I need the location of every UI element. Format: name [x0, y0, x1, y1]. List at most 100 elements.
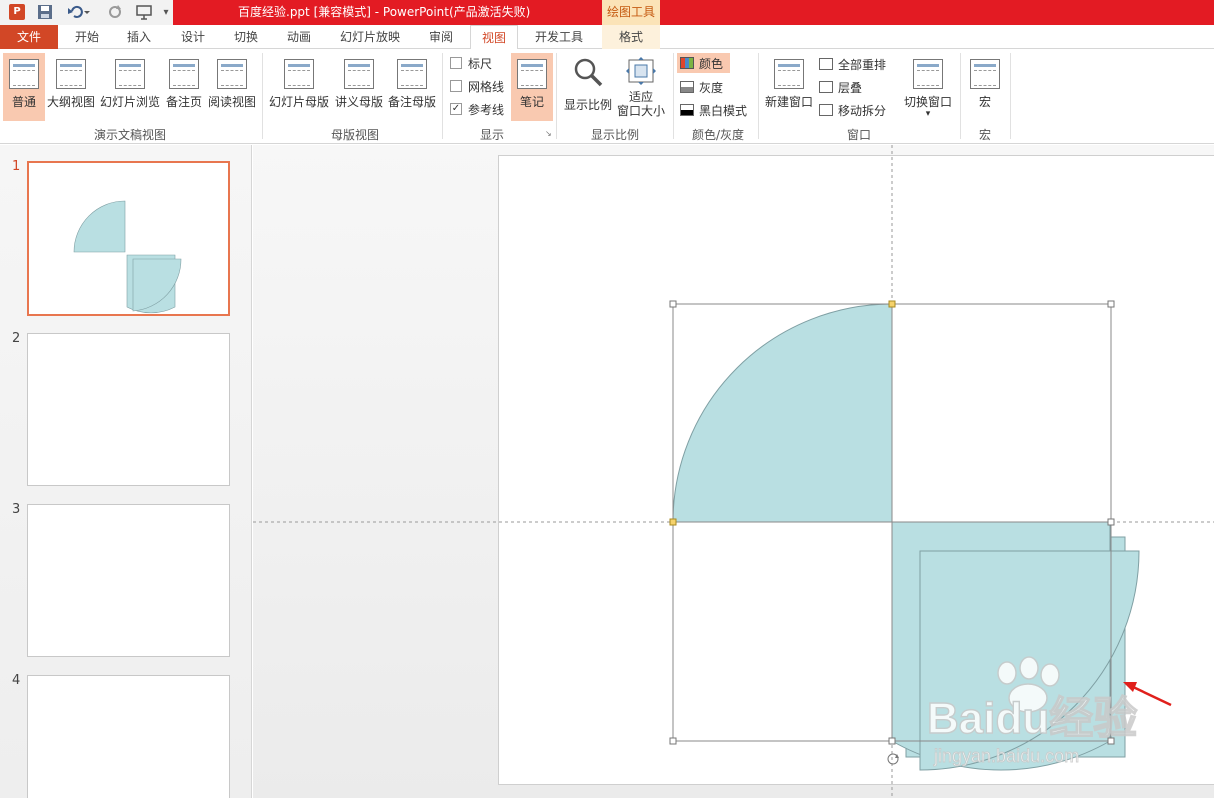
- grayscale-mode-button[interactable]: 灰度: [680, 77, 723, 97]
- slide-thumbnail-pane[interactable]: 1 2 3 4: [0, 145, 252, 798]
- notes-button[interactable]: 笔记: [511, 53, 553, 121]
- tab-format[interactable]: 格式: [602, 25, 660, 49]
- slide-master-button[interactable]: 幻灯片母版: [267, 53, 331, 121]
- tab-developer[interactable]: 开发工具: [526, 25, 592, 49]
- group-separator: [556, 53, 557, 139]
- fit-label-line1: 适应: [628, 90, 653, 104]
- slide-master-label: 幻灯片母版: [268, 95, 329, 109]
- redo-icon[interactable]: [104, 2, 126, 22]
- guides-label: 参考线: [468, 102, 505, 117]
- tab-transitions[interactable]: 切换: [225, 25, 267, 49]
- slide-sorter-button[interactable]: 幻灯片浏览: [98, 53, 162, 121]
- arrange-all-icon: [819, 58, 833, 70]
- show-dialog-launcher-icon[interactable]: ↘: [545, 129, 552, 138]
- powerpoint-window: P ▾ 百度经验.ppt [兼容模式] - PowerPoint(产品激活失败)…: [0, 0, 1214, 798]
- slideshow-from-start-icon[interactable]: [134, 2, 156, 22]
- switch-window-dropdown-icon[interactable]: ▾: [926, 110, 931, 119]
- powerpoint-app-icon[interactable]: P: [8, 2, 26, 22]
- color-swatch-icon: [680, 57, 694, 69]
- normal-view-label: 普通: [11, 95, 36, 109]
- move-split-label: 移动拆分: [838, 103, 887, 118]
- fit-to-window-button[interactable]: 适应 窗口大小: [616, 53, 666, 121]
- slide-number: 3: [12, 502, 21, 517]
- switch-window-label: 切换窗口: [903, 95, 952, 109]
- switch-window-button[interactable]: 切换窗口 ▾: [900, 53, 956, 121]
- move-split-icon: [819, 104, 833, 116]
- new-window-label: 新建窗口: [764, 95, 813, 109]
- group-label-show: 显示: [479, 128, 504, 142]
- customize-qat-icon[interactable]: ▾: [160, 2, 172, 22]
- slide-thumbnail-1[interactable]: [27, 161, 230, 316]
- tab-design[interactable]: 设计: [172, 25, 214, 49]
- zoom-button[interactable]: 显示比例: [561, 53, 615, 121]
- notes-master-button[interactable]: 备注母版: [386, 53, 438, 121]
- arrange-all-button[interactable]: 全部重排: [819, 54, 886, 74]
- group-label-zoom: 显示比例: [590, 128, 639, 142]
- window-title: 百度经验.ppt [兼容模式] - PowerPoint(产品激活失败): [238, 5, 531, 19]
- ruler-checkbox[interactable]: 标尺: [450, 53, 492, 73]
- notes-page-button[interactable]: 备注页: [163, 53, 205, 121]
- gridlines-label: 网格线: [468, 79, 505, 94]
- slide-sorter-label: 幻灯片浏览: [99, 95, 160, 109]
- drawing-tools-context-label: 绘图工具: [602, 0, 660, 25]
- slide-number: 1: [12, 159, 21, 174]
- watermark-url: jingyan.baidu.com: [933, 746, 1079, 766]
- group-separator: [758, 53, 759, 139]
- notes-page-label: 备注页: [165, 95, 202, 109]
- tab-insert[interactable]: 插入: [118, 25, 160, 49]
- black-white-mode-label: 黑白模式: [699, 103, 748, 118]
- slide-thumbnail-1-preview: [73, 200, 182, 314]
- slide-thumbnail-4[interactable]: [27, 675, 230, 798]
- grayscale-swatch-icon: [680, 81, 694, 93]
- slide-thumbnail-3[interactable]: [27, 504, 230, 657]
- ruler-label: 标尺: [468, 56, 493, 71]
- save-icon[interactable]: [34, 2, 56, 22]
- gridlines-checkbox[interactable]: 网格线: [450, 76, 504, 96]
- color-mode-button[interactable]: 颜色: [677, 53, 730, 73]
- notes-icon: [517, 59, 547, 89]
- cascade-icon: [819, 81, 833, 93]
- undo-icon[interactable]: [64, 2, 94, 22]
- handout-master-button[interactable]: 讲义母版: [333, 53, 385, 121]
- tab-animations[interactable]: 动画: [278, 25, 320, 49]
- slide-edit-area[interactable]: Baidu经验 jingyan.baidu.com: [253, 145, 1214, 798]
- group-label-presentation-views: 演示文稿视图: [93, 128, 166, 142]
- notes-master-label: 备注母版: [387, 95, 436, 109]
- adjust-handle-left[interactable]: [669, 518, 677, 526]
- slide-sorter-icon: [115, 59, 145, 89]
- tab-file[interactable]: 文件: [0, 25, 58, 49]
- outline-view-label: 大纲视图: [46, 95, 95, 109]
- adjust-handle-top[interactable]: [888, 300, 896, 308]
- black-white-mode-button[interactable]: 黑白模式: [680, 100, 747, 120]
- grayscale-mode-label: 灰度: [699, 80, 724, 95]
- guides-checkbox[interactable]: ✓ 参考线: [450, 99, 504, 119]
- group-label-color: 颜色/灰度: [691, 128, 745, 142]
- cascade-button[interactable]: 层叠: [819, 77, 862, 97]
- magnifier-icon: [573, 57, 603, 90]
- tab-slideshow[interactable]: 幻灯片放映: [333, 25, 407, 49]
- guides-checkbox-box[interactable]: ✓: [450, 103, 462, 115]
- slide-number: 4: [12, 673, 21, 688]
- tab-home[interactable]: 开始: [66, 25, 108, 49]
- slide-thumbnail-2[interactable]: [27, 333, 230, 486]
- normal-view-icon: [9, 59, 39, 89]
- tab-review[interactable]: 审阅: [420, 25, 462, 49]
- ribbon-tabs: 文件 开始 插入 设计 切换 动画 幻灯片放映 审阅 视图 开发工具 格式: [0, 25, 1214, 50]
- reading-view-button[interactable]: 阅读视图: [206, 53, 258, 121]
- macros-button[interactable]: 宏: [964, 53, 1006, 121]
- pie-shape-upper[interactable]: [672, 303, 893, 523]
- group-separator: [960, 53, 961, 139]
- move-split-button[interactable]: 移动拆分: [819, 100, 886, 120]
- new-window-button[interactable]: 新建窗口: [763, 53, 815, 121]
- outline-view-button[interactable]: 大纲视图: [46, 53, 96, 121]
- gridlines-checkbox-box[interactable]: [450, 80, 462, 92]
- normal-view-button[interactable]: 普通: [3, 53, 45, 121]
- reading-view-icon: [217, 59, 247, 89]
- new-window-icon: [774, 59, 804, 89]
- group-separator: [673, 53, 674, 139]
- rotate-handle-icon[interactable]: [887, 753, 899, 765]
- tab-view[interactable]: 视图: [470, 25, 518, 50]
- handout-master-label: 讲义母版: [334, 95, 383, 109]
- ruler-checkbox-box[interactable]: [450, 57, 462, 69]
- switch-window-icon: [913, 59, 943, 89]
